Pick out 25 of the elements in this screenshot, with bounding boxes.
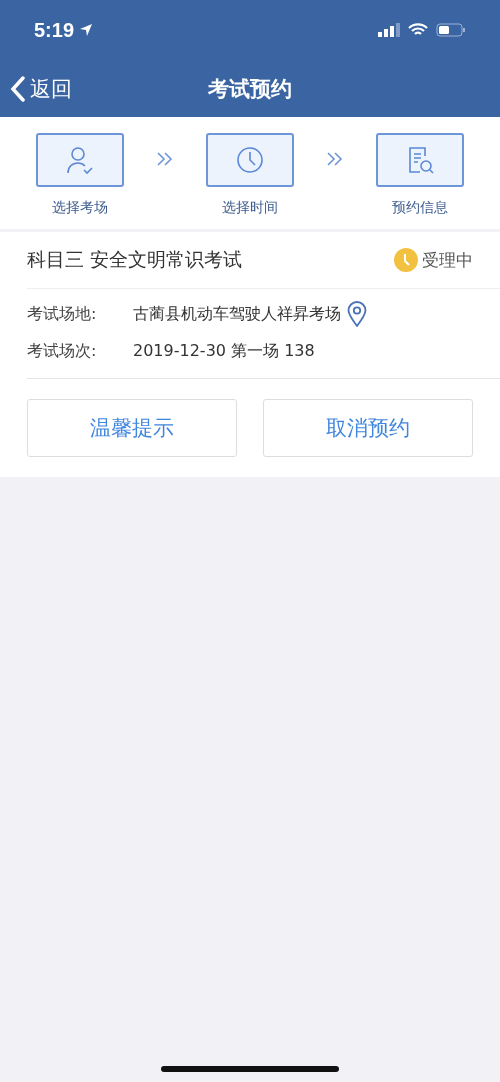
step-label: 选择时间: [222, 199, 278, 217]
wifi-icon: [408, 23, 428, 37]
field-label: 考试场次:: [27, 341, 98, 362]
signal-icon: [378, 23, 400, 37]
back-button[interactable]: 返回: [0, 74, 72, 103]
field-label: 考试场地:: [27, 303, 98, 325]
action-button[interactable]: 温馨提示: [27, 399, 237, 457]
status-label: 受理中: [422, 248, 473, 272]
clock-icon: [394, 248, 418, 272]
exam-title: 科目三 安全文明常识考试: [27, 247, 243, 272]
map-pin-icon[interactable]: [347, 301, 367, 327]
step-label: 选择考场: [52, 199, 108, 217]
double-chevron-icon: [326, 151, 344, 167]
action-button[interactable]: 取消预约: [263, 399, 473, 457]
back-chevron-icon: [10, 75, 26, 102]
clock-icon: [235, 145, 265, 175]
person-check-icon: [65, 145, 95, 175]
field-value: 2019-12-30 第一场 138: [133, 341, 315, 362]
battery-icon: [436, 23, 466, 37]
double-chevron-icon: [156, 151, 174, 167]
status-time: 5:19: [34, 18, 75, 42]
location-arrow-icon: [79, 23, 94, 37]
field-value: 古蔺县机动车驾驶人祥昇考场: [133, 303, 341, 325]
step-label: 预约信息: [392, 199, 448, 217]
page-title: 考试预约: [208, 75, 292, 103]
